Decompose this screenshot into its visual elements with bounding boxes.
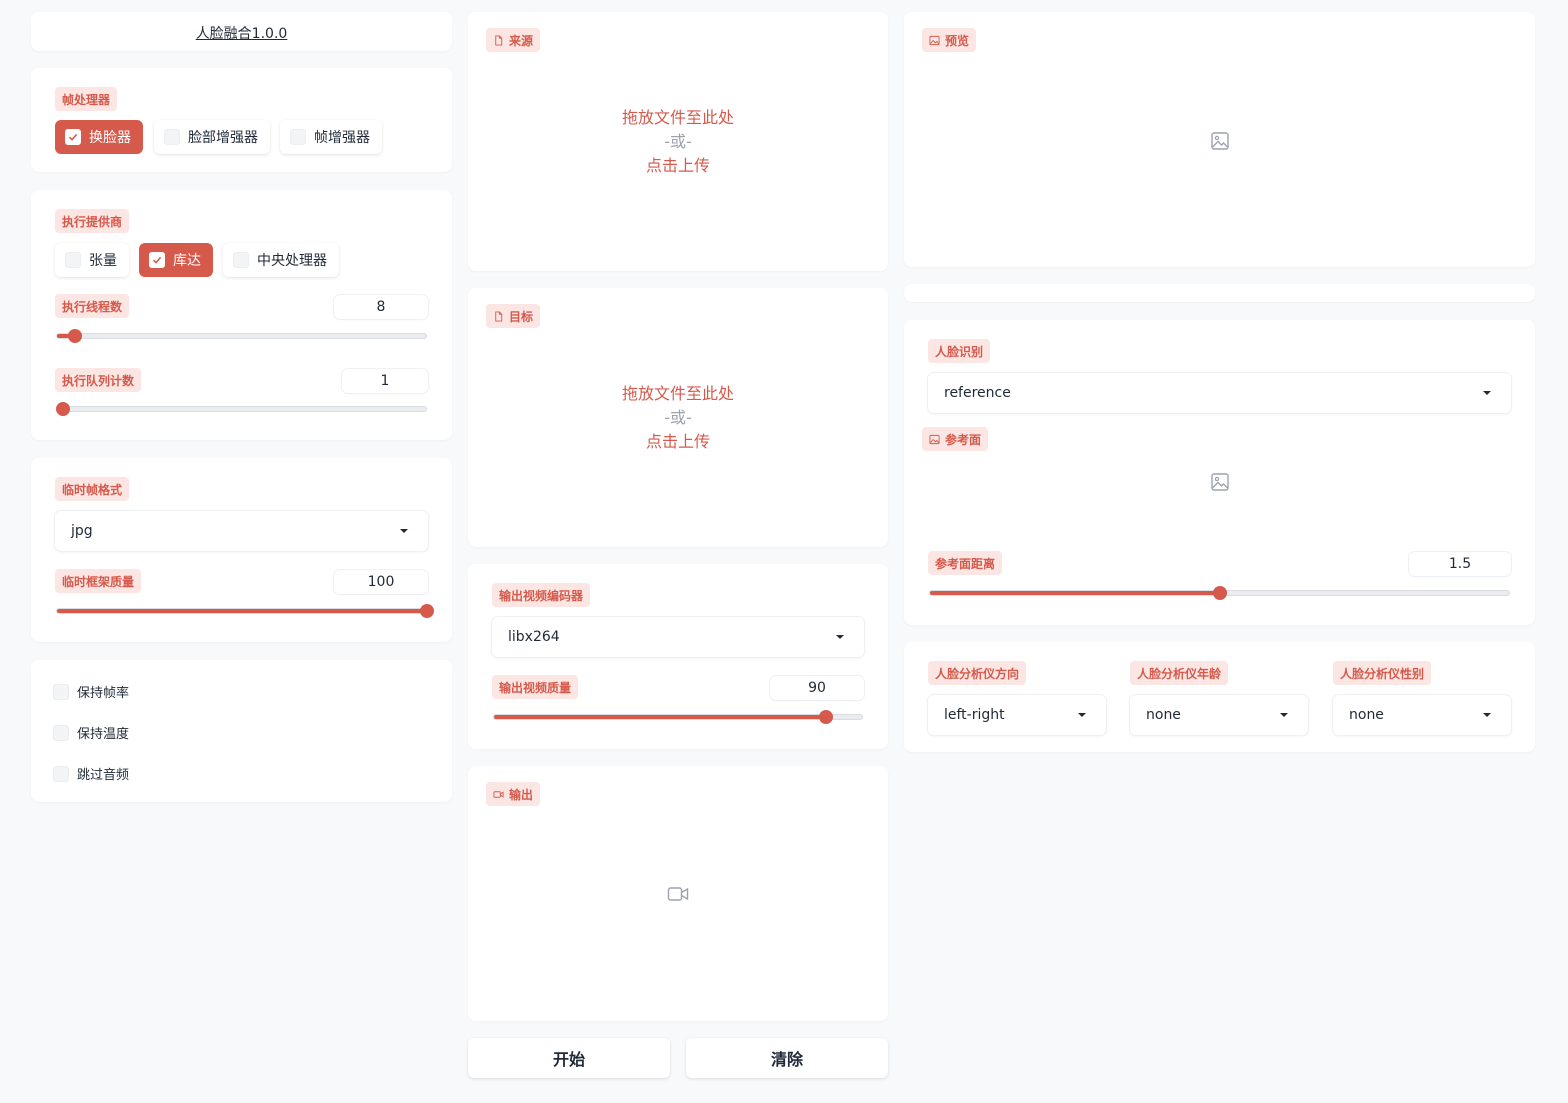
chevron-down-icon xyxy=(1483,713,1491,717)
chevron-down-icon xyxy=(836,635,844,639)
slider-thumb[interactable] xyxy=(420,604,434,618)
analyser-direction-label: 人脸分析仪方向 xyxy=(928,661,1027,685)
face-analyser-card: 人脸分析仪方向 left-right 人脸分析仪年龄 none 人脸分析仪性别 … xyxy=(904,642,1535,752)
temp-frame-quality-slider[interactable] xyxy=(56,604,434,618)
reference-face-label: 参考面 xyxy=(922,427,989,451)
checkbox-box xyxy=(233,252,249,268)
preview-slider-card xyxy=(904,284,1535,302)
source-dropzone[interactable]: 拖放文件至此处 -或- 点击上传 xyxy=(468,106,888,178)
slider-thumb[interactable] xyxy=(56,402,70,416)
chevron-down-icon xyxy=(1483,391,1491,395)
checkbox-box xyxy=(164,129,180,145)
analyser-gender-label: 人脸分析仪性别 xyxy=(1333,661,1432,685)
output-video-encoder-label: 输出视频编码器 xyxy=(492,583,591,607)
execution-queue-slider[interactable] xyxy=(56,402,427,416)
face-recognition-dropdown[interactable]: reference xyxy=(928,373,1511,413)
file-icon xyxy=(495,310,503,322)
checkbox-box xyxy=(65,252,81,268)
output-video-quality-label: 输出视频质量 xyxy=(492,675,579,699)
checkbox-box xyxy=(290,129,306,145)
temp-frame-quality-label: 临时框架质量 xyxy=(55,569,142,593)
slider-thumb[interactable] xyxy=(1212,586,1227,600)
checkbox-box xyxy=(53,683,69,700)
execution-queue-input[interactable]: 1 xyxy=(342,369,428,393)
skip-audio-checkbox[interactable]: 跳过音频 xyxy=(53,764,129,783)
slider-thumb[interactable] xyxy=(67,329,82,343)
frame-processor-face-swapper[interactable]: 换脸器 xyxy=(55,120,143,154)
frame-processor-face-enhancer[interactable]: 脸部增强器 xyxy=(154,120,270,154)
preview-label: 预览 xyxy=(922,28,977,52)
execution-card: 执行提供商 张量 库达 中央处理器 执行线程数 8 执行队列计数 1 xyxy=(31,190,452,440)
reference-distance-input[interactable]: 1.5 xyxy=(1409,552,1511,576)
target-dropzone[interactable]: 拖放文件至此处 -或- 点击上传 xyxy=(468,382,888,454)
title-card: 人脸融合1.0.0 xyxy=(31,12,452,51)
temp-frame-format-dropdown[interactable]: jpg xyxy=(55,511,428,551)
source-label: 来源 xyxy=(486,28,541,52)
keep-fps-checkbox[interactable]: 保持帧率 xyxy=(53,682,129,701)
video-icon xyxy=(667,887,689,901)
chevron-down-icon xyxy=(400,529,408,533)
reference-distance-label: 参考面距离 xyxy=(928,551,1003,575)
clear-button[interactable]: 清除 xyxy=(686,1038,888,1078)
image-icon xyxy=(929,35,940,45)
output-card: 输出 xyxy=(468,766,888,1021)
temp-frame-quality-input[interactable]: 100 xyxy=(334,570,428,594)
output-video-quality-slider[interactable] xyxy=(493,710,863,724)
provider-cpu[interactable]: 中央处理器 xyxy=(223,243,339,277)
execution-threads-input[interactable]: 8 xyxy=(334,295,428,319)
output-label: 输出 xyxy=(486,782,541,806)
preview-card: 预览 xyxy=(904,12,1535,267)
execution-providers-label: 执行提供商 xyxy=(55,209,130,233)
app-title[interactable]: 人脸融合1.0.0 xyxy=(31,23,452,43)
temp-frame-card: 临时帧格式 jpg 临时框架质量 100 xyxy=(31,458,452,642)
provider-cuda[interactable]: 库达 xyxy=(139,243,213,277)
image-icon xyxy=(929,434,940,444)
checkbox-box xyxy=(53,765,69,782)
face-recognition-label: 人脸识别 xyxy=(928,339,991,363)
start-button[interactable]: 开始 xyxy=(468,1038,670,1078)
frame-processor-frame-enhancer[interactable]: 帧增强器 xyxy=(280,120,382,154)
analyser-gender-dropdown[interactable]: none xyxy=(1333,695,1511,735)
frame-processors-label: 帧处理器 xyxy=(55,87,118,111)
image-icon xyxy=(1211,473,1229,491)
execution-threads-label: 执行线程数 xyxy=(55,294,130,318)
execution-threads-slider[interactable] xyxy=(56,329,427,343)
misc-options-card: 保持帧率 保持温度 跳过音频 xyxy=(31,660,452,802)
file-icon xyxy=(495,34,503,46)
chevron-down-icon xyxy=(1078,713,1086,717)
output-video-quality-input[interactable]: 90 xyxy=(770,676,864,700)
source-upload-card[interactable]: 来源 拖放文件至此处 -或- 点击上传 xyxy=(468,12,888,271)
video-icon xyxy=(493,790,504,798)
checkbox-box xyxy=(53,724,69,741)
face-recognition-card: 人脸识别 reference 参考面 参考面距离 1.5 xyxy=(904,320,1535,625)
check-icon xyxy=(149,252,165,268)
output-video-encoder-dropdown[interactable]: libx264 xyxy=(492,617,864,657)
target-upload-card[interactable]: 目标 拖放文件至此处 -或- 点击上传 xyxy=(468,288,888,547)
analyser-age-dropdown[interactable]: none xyxy=(1130,695,1308,735)
keep-temp-checkbox[interactable]: 保持温度 xyxy=(53,723,129,742)
target-label: 目标 xyxy=(486,304,541,328)
image-icon xyxy=(1211,132,1229,150)
execution-queue-label: 执行队列计数 xyxy=(55,368,142,392)
provider-tensorrt[interactable]: 张量 xyxy=(55,243,129,277)
reference-distance-slider[interactable] xyxy=(929,586,1510,600)
temp-frame-format-label: 临时帧格式 xyxy=(55,477,130,501)
check-icon xyxy=(65,129,81,145)
chevron-down-icon xyxy=(1280,713,1288,717)
analyser-direction-dropdown[interactable]: left-right xyxy=(928,695,1106,735)
frame-processors-card: 帧处理器 换脸器 脸部增强器 帧增强器 xyxy=(31,68,452,172)
output-video-card: 输出视频编码器 libx264 输出视频质量 90 xyxy=(468,564,888,749)
analyser-age-label: 人脸分析仪年龄 xyxy=(1130,661,1229,685)
slider-thumb[interactable] xyxy=(819,710,833,724)
